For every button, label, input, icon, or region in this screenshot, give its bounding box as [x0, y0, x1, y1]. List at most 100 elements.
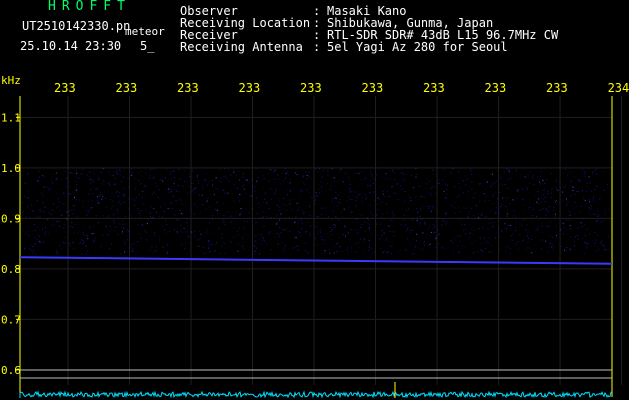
noise-dot — [112, 205, 114, 207]
noise-dot — [258, 206, 260, 208]
noise-dot — [595, 250, 597, 252]
noise-dot — [363, 250, 365, 252]
noise-dot — [114, 184, 116, 186]
noise-dot — [475, 239, 477, 241]
noise-dot — [254, 245, 256, 247]
noise-dot — [228, 180, 230, 182]
noise-dot — [117, 202, 119, 204]
noise-dot — [379, 238, 381, 240]
noise-dot — [560, 187, 562, 189]
noise-dot — [192, 189, 194, 191]
noise-dot — [241, 191, 243, 193]
noise-dot — [584, 199, 586, 201]
noise-dot — [48, 232, 50, 234]
noise-dot — [202, 187, 204, 189]
noise-dot — [284, 244, 286, 246]
noise-dot — [241, 246, 243, 248]
noise-dot — [189, 176, 191, 178]
y-unit-label: kHz — [1, 74, 21, 87]
noise-dot — [308, 171, 310, 173]
noise-dot — [119, 223, 121, 225]
noise-dot — [65, 236, 67, 238]
noise-dot — [484, 247, 486, 249]
noise-dot — [515, 171, 517, 173]
noise-dot — [122, 176, 124, 178]
noise-dot — [201, 194, 203, 196]
noise-dot — [164, 177, 166, 179]
noise-dot — [552, 214, 554, 216]
noise-dot — [574, 213, 576, 215]
noise-dot — [523, 219, 525, 221]
noise-dot — [418, 185, 420, 187]
noise-dot — [535, 194, 537, 196]
noise-dot — [255, 167, 257, 169]
noise-dot — [149, 177, 151, 179]
noise-dot — [430, 211, 432, 213]
noise-dot — [282, 251, 284, 253]
noise-dot — [588, 211, 590, 213]
noise-dot — [488, 251, 490, 253]
noise-dot — [261, 243, 263, 245]
noise-dot — [217, 188, 219, 190]
noise-dot — [545, 240, 547, 242]
noise-dot — [280, 232, 282, 234]
noise-dot — [205, 179, 207, 181]
noise-dot — [185, 243, 187, 245]
noise-dot — [237, 188, 239, 190]
noise-dot — [126, 229, 128, 231]
noise-dot — [223, 175, 225, 177]
noise-dot — [333, 181, 335, 183]
noise-dot — [570, 250, 572, 252]
noise-dot — [268, 216, 270, 218]
noise-dot — [516, 198, 518, 200]
noise-dot — [41, 253, 43, 255]
noise-dot — [175, 189, 177, 191]
noise-dot — [465, 175, 467, 177]
noise-dot — [368, 249, 370, 251]
noise-dot — [232, 169, 234, 171]
noise-dot — [56, 253, 58, 255]
noise-dot — [422, 232, 424, 234]
noise-dot — [283, 203, 285, 205]
noise-dot — [479, 201, 481, 203]
noise-dot — [365, 198, 367, 200]
noise-dot — [409, 243, 411, 245]
noise-dot — [270, 169, 272, 171]
noise-dot — [501, 184, 503, 186]
noise-dot — [501, 231, 503, 233]
noise-dot — [153, 168, 155, 170]
noise-dot — [344, 225, 346, 227]
noise-dot — [55, 179, 57, 181]
noise-dot — [253, 253, 255, 255]
noise-dot — [257, 234, 259, 236]
noise-dot — [571, 231, 573, 233]
noise-dot — [597, 213, 599, 215]
noise-dot — [75, 180, 77, 182]
noise-dot — [27, 205, 29, 207]
noise-dot — [429, 206, 431, 208]
noise-dot — [39, 241, 41, 243]
noise-dot — [465, 228, 467, 230]
noise-dot — [128, 233, 130, 235]
noise-dot — [506, 168, 508, 170]
noise-dot — [473, 230, 475, 232]
noise-dot — [445, 248, 447, 250]
noise-dot — [592, 240, 594, 242]
noise-dot — [124, 251, 126, 253]
noise-dot — [205, 201, 207, 203]
noise-dot — [191, 168, 193, 170]
noise-dot — [156, 211, 158, 213]
noise-dot — [474, 192, 476, 194]
noise-dot — [509, 225, 511, 227]
noise-dot — [26, 196, 28, 198]
noise-dot — [197, 182, 199, 184]
noise-dot — [170, 202, 172, 204]
noise-dot — [82, 243, 84, 245]
noise-dot — [65, 242, 67, 244]
noise-dot — [360, 193, 362, 195]
noise-dot — [199, 237, 201, 239]
noise-dot — [181, 242, 183, 244]
noise-dot — [481, 213, 483, 215]
noise-dot — [382, 213, 384, 215]
noise-dot — [82, 200, 84, 202]
